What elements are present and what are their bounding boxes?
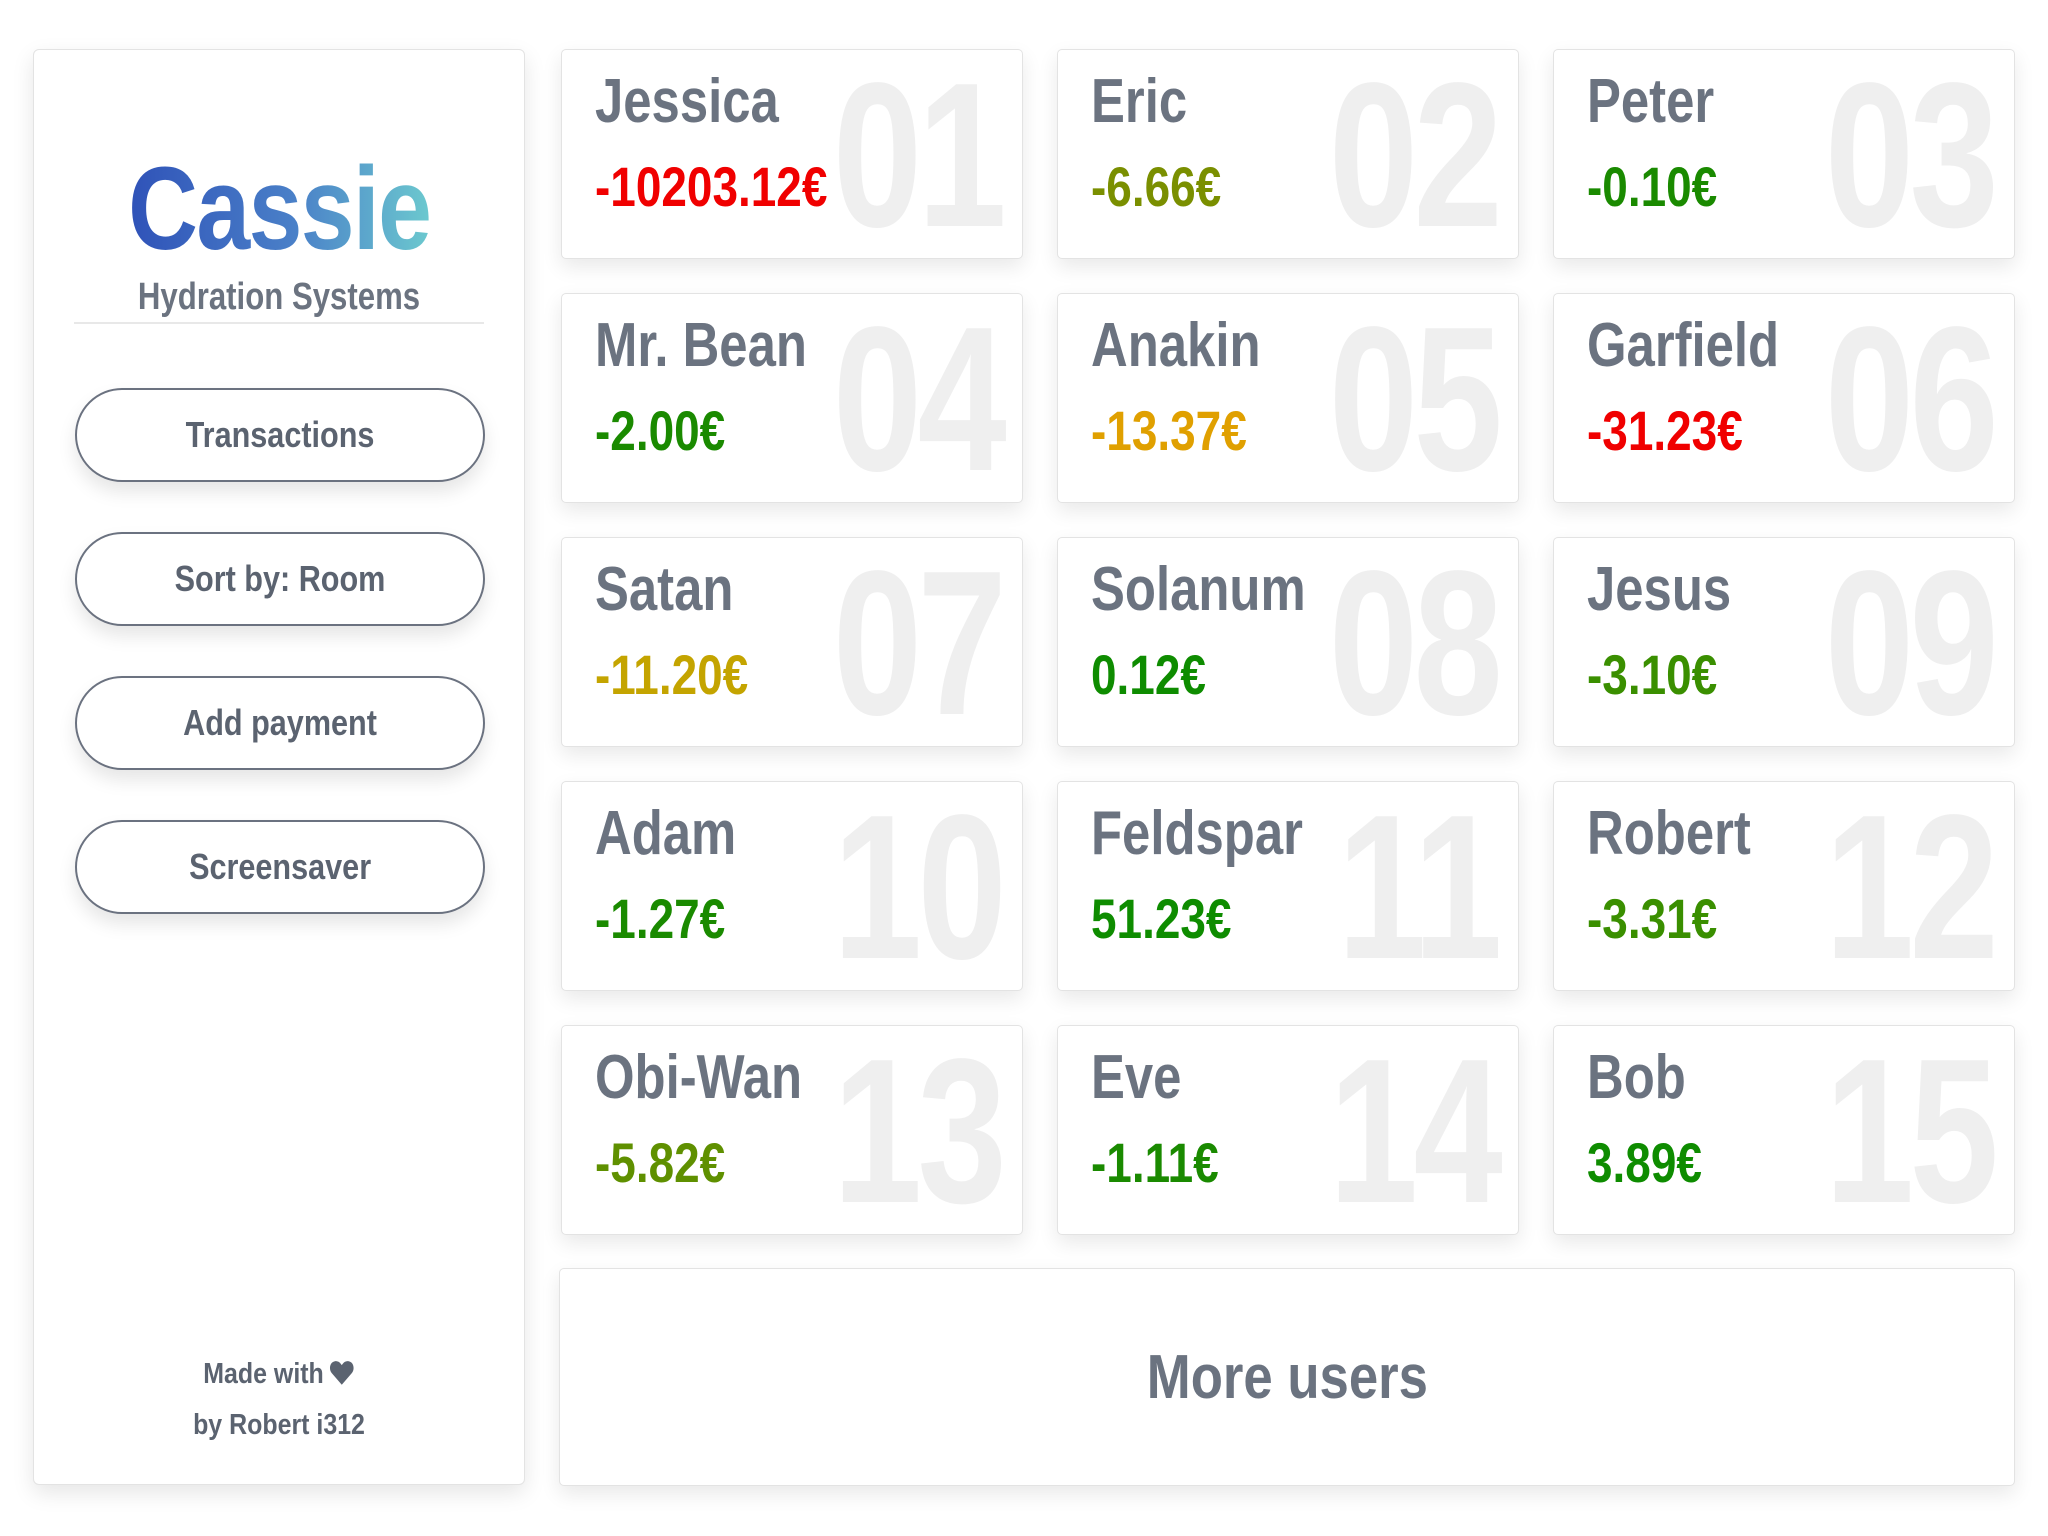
user-room-number: 07 (832, 537, 1007, 747)
user-balance: -10203.12€ (595, 155, 828, 218)
add-payment-button-label: Add payment (183, 702, 377, 743)
user-balance: -5.82€ (595, 1131, 726, 1194)
user-name: Eric (1091, 67, 1188, 136)
user-name: Adam (595, 799, 737, 868)
user-tile[interactable]: 10 Adam -1.27€ (561, 781, 1023, 991)
user-tile[interactable]: 15 Bob 3.89€ (1553, 1025, 2015, 1235)
user-room-number: 03 (1824, 49, 1999, 259)
user-balance: 51.23€ (1091, 887, 1232, 950)
user-room-number: 06 (1824, 293, 1999, 503)
user-name: Jessica (595, 67, 779, 136)
user-balance: -31.23€ (1587, 399, 1743, 462)
user-room-number: 10 (832, 781, 1007, 991)
user-tile[interactable]: 09 Jesus -3.10€ (1553, 537, 2015, 747)
brand-subtitle: Hydration Systems (137, 276, 421, 318)
user-balance: -3.10€ (1587, 643, 1718, 706)
user-balance: -1.11€ (1091, 1131, 1219, 1194)
user-name: Solanum (1091, 555, 1306, 624)
user-name: Obi-Wan (595, 1043, 803, 1112)
user-tile[interactable]: 04 Mr. Bean -2.00€ (561, 293, 1023, 503)
user-tile[interactable]: 01 Jessica -10203.12€ (561, 49, 1023, 259)
user-balance: -11.20€ (595, 643, 749, 706)
user-balance: 0.12€ (1091, 643, 1206, 706)
sidebar-divider (74, 322, 484, 324)
user-tile[interactable]: 12 Robert -3.31€ (1553, 781, 2015, 991)
user-tile[interactable]: 03 Peter -0.10€ (1553, 49, 2015, 259)
user-name: Satan (595, 555, 734, 624)
user-name: Jesus (1587, 555, 1732, 624)
brand: Cassie Hydration Systems (34, 150, 524, 319)
user-name: Garfield (1587, 311, 1780, 380)
user-balance: -0.10€ (1587, 155, 1718, 218)
user-balance: -13.37€ (1091, 399, 1247, 462)
user-name: Peter (1587, 67, 1715, 136)
user-tile[interactable]: 08 Solanum 0.12€ (1057, 537, 1519, 747)
more-users-label: More users (1146, 1342, 1428, 1412)
user-room-number: 11 (1337, 781, 1502, 991)
user-room-number: 04 (832, 293, 1007, 503)
user-balance: -3.31€ (1587, 887, 1718, 950)
user-name: Bob (1587, 1043, 1686, 1112)
user-room-number: 09 (1824, 537, 1999, 747)
user-name: Anakin (1091, 311, 1261, 380)
footer-line-2: by Robert i312 (193, 1409, 365, 1441)
user-room-number: 14 (1328, 1025, 1503, 1235)
user-name: Robert (1587, 799, 1751, 868)
user-balance: 3.89€ (1587, 1131, 1702, 1194)
user-room-number: 02 (1328, 49, 1503, 259)
user-tile[interactable]: 11 Feldspar 51.23€ (1057, 781, 1519, 991)
footer-made-with: Made with (203, 1358, 324, 1390)
user-room-number: 05 (1328, 293, 1503, 503)
screensaver-button[interactable]: Screensaver (75, 820, 485, 914)
sidebar: Cassie Hydration Systems Transactions So… (33, 49, 525, 1485)
user-tile[interactable]: 05 Anakin -13.37€ (1057, 293, 1519, 503)
user-balance: -6.66€ (1091, 155, 1222, 218)
footer-line-1: Made with (68, 1350, 489, 1401)
user-tile[interactable]: 13 Obi-Wan -5.82€ (561, 1025, 1023, 1235)
user-balance: -1.27€ (595, 887, 726, 950)
sort-by-room-button[interactable]: Sort by: Room (75, 532, 485, 626)
user-tile[interactable]: 02 Eric -6.66€ (1057, 49, 1519, 259)
user-room-number: 08 (1328, 537, 1503, 747)
user-room-number: 15 (1824, 1025, 1999, 1235)
user-name: Feldspar (1091, 799, 1303, 868)
user-balance: -2.00€ (595, 399, 726, 462)
add-payment-button[interactable]: Add payment (75, 676, 485, 770)
heart-icon (329, 1353, 355, 1401)
user-room-number: 01 (832, 49, 1007, 259)
user-room-number: 13 (832, 1025, 1007, 1235)
transactions-button-label: Transactions (185, 414, 375, 455)
transactions-button[interactable]: Transactions (75, 388, 485, 482)
sort-by-room-button-label: Sort by: Room (174, 558, 386, 599)
user-room-number: 12 (1824, 781, 1999, 991)
user-name: Mr. Bean (595, 311, 807, 380)
footer-credits: Made with by Robert i312 (34, 1350, 524, 1449)
more-users-button[interactable]: More users (559, 1268, 2015, 1486)
user-tile[interactable]: 07 Satan -11.20€ (561, 537, 1023, 747)
user-name: Eve (1091, 1043, 1182, 1112)
user-tile[interactable]: 14 Eve -1.11€ (1057, 1025, 1519, 1235)
user-tile[interactable]: 06 Garfield -31.23€ (1553, 293, 2015, 503)
screensaver-button-label: Screensaver (188, 846, 372, 887)
brand-logo: Cassie (127, 143, 432, 275)
